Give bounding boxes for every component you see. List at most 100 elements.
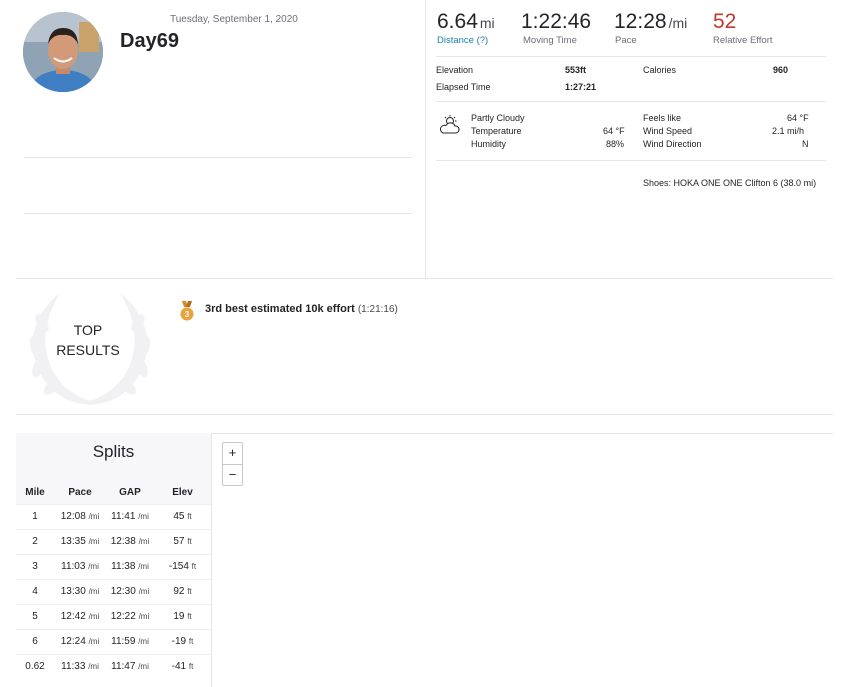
split-elev-value: -19 bbox=[171, 636, 187, 647]
split-pace: 12:08 /mi bbox=[54, 503, 106, 529]
top-results-line1: TOP bbox=[73, 322, 103, 338]
split-elev: 57 ft bbox=[154, 528, 211, 554]
split-gap: 12:30 /mi bbox=[106, 578, 154, 604]
split-elev-unit: ft bbox=[188, 637, 194, 646]
moving-time-value: 1:22:46 bbox=[521, 10, 592, 33]
split-row[interactable]: 2 13:35 /mi 12:38 /mi 57 ft bbox=[16, 528, 211, 554]
col-elev: Elev bbox=[154, 482, 211, 504]
split-row[interactable]: 5 12:42 /mi 12:22 /mi 19 ft bbox=[16, 603, 211, 629]
divider bbox=[24, 157, 412, 158]
split-pace-value: 13:30 bbox=[60, 586, 86, 597]
divider bbox=[436, 160, 826, 161]
distance-value: 6.64 bbox=[437, 10, 478, 33]
split-pace: 11:03 /mi bbox=[54, 553, 106, 579]
split-gap-value: 11:59 bbox=[111, 636, 136, 647]
activity-title[interactable]: Day69 bbox=[120, 30, 179, 53]
relative-effort-label: Relative Effort bbox=[713, 35, 773, 46]
bronze-medal-icon: 3 bbox=[180, 301, 194, 321]
split-pace-unit: /mi bbox=[88, 537, 100, 546]
column-divider bbox=[425, 0, 426, 278]
split-mile-value: 1 bbox=[32, 511, 38, 522]
partly-cloudy-icon bbox=[439, 115, 460, 134]
split-pace-unit: /mi bbox=[88, 662, 99, 672]
split-gap: 11:38 /mi bbox=[106, 553, 154, 579]
weather-condition: Partly Cloudy bbox=[471, 113, 525, 123]
split-gap-unit: /mi bbox=[138, 512, 149, 521]
elapsed-time-label: Elapsed Time bbox=[436, 82, 491, 92]
col-gap: GAP bbox=[106, 482, 154, 504]
split-gap: 11:59 /mi bbox=[106, 628, 154, 654]
split-gap: 12:38 /mi bbox=[106, 528, 154, 554]
split-row[interactable]: 0.62 11:33 /mi 11:47 /mi -41 ft bbox=[16, 653, 211, 679]
athlete-avatar[interactable] bbox=[23, 12, 103, 92]
split-mile-value: 5 bbox=[32, 611, 38, 622]
relative-effort-value: 52 bbox=[713, 10, 737, 33]
stat-relative-effort[interactable]: 52 Relative Effort bbox=[713, 10, 773, 46]
split-mile-value: 3 bbox=[32, 561, 38, 572]
distance-help-link[interactable]: Distance (?) bbox=[437, 35, 495, 46]
split-elev-value: 45 bbox=[173, 511, 185, 522]
split-row[interactable]: 6 12:24 /mi 11:59 /mi -19 ft bbox=[16, 628, 211, 654]
achievement-item[interactable]: 3rd best estimated 10k effort (1:21:16) bbox=[205, 303, 398, 315]
split-pace: 11:33 /mi bbox=[54, 653, 106, 679]
divider bbox=[436, 101, 826, 102]
split-gap-unit: /mi bbox=[138, 587, 150, 596]
split-elev: 92 ft bbox=[154, 578, 211, 604]
split-mile: 2 bbox=[16, 528, 54, 554]
feels-like-label: Feels like bbox=[643, 113, 682, 123]
split-gap: 11:41 /mi bbox=[106, 503, 154, 529]
split-mile: 1 bbox=[16, 503, 54, 529]
medal-rank: 3 bbox=[185, 310, 190, 319]
split-gap-value: 11:41 bbox=[111, 511, 136, 522]
split-row[interactable]: 1 12:08 /mi 11:41 /mi 45 ft bbox=[16, 503, 211, 529]
split-pace-value: 12:08 bbox=[60, 511, 86, 522]
splits-panel: Splits Mile Pace GAP Elev 1 12:08 /mi 11:4… bbox=[16, 433, 211, 687]
split-elev-value: 19 bbox=[173, 611, 185, 622]
split-elev: -19 ft bbox=[154, 628, 211, 654]
split-pace: 13:30 /mi bbox=[54, 578, 106, 604]
split-pace-unit: /mi bbox=[88, 587, 100, 596]
split-row[interactable]: 3 11:03 /mi 11:38 /mi -154 ft bbox=[16, 553, 211, 579]
col-mile: Mile bbox=[16, 482, 54, 504]
split-elev-value: 92 bbox=[173, 586, 185, 597]
split-gap-value: 12:30 bbox=[110, 586, 136, 597]
pace-value: 12:28 bbox=[614, 10, 667, 33]
divider bbox=[436, 56, 826, 57]
split-elev: 19 ft bbox=[154, 603, 211, 629]
avatar-photo bbox=[23, 12, 103, 92]
split-pace-value: 13:35 bbox=[60, 536, 86, 547]
split-mile-value: 6 bbox=[32, 636, 38, 647]
split-gap-value: 11:47 bbox=[111, 661, 136, 673]
split-gap-unit: /mi bbox=[138, 612, 150, 621]
split-gap-value: 12:22 bbox=[110, 611, 136, 622]
wind-direction-value: N bbox=[802, 139, 809, 149]
split-elev-unit: ft bbox=[191, 562, 197, 571]
stat-distance: 6.64 mi Distance (?) bbox=[437, 10, 495, 46]
split-pace: 12:24 /mi bbox=[54, 628, 106, 654]
split-mile: 0.62 bbox=[16, 653, 54, 679]
split-pace: 13:35 /mi bbox=[54, 528, 106, 554]
split-gap-unit: /mi bbox=[138, 637, 149, 646]
split-elev-value: -154 bbox=[168, 561, 189, 572]
wind-speed-label: Wind Speed bbox=[643, 126, 693, 136]
split-gap-value: 12:38 bbox=[110, 536, 136, 547]
split-mile: 3 bbox=[16, 553, 54, 579]
route-map[interactable] bbox=[211, 433, 833, 687]
split-row[interactable]: 4 13:30 /mi 12:30 /mi 92 ft bbox=[16, 578, 211, 604]
splits-header-row: Mile Pace GAP Elev bbox=[16, 482, 211, 504]
split-pace-unit: /mi bbox=[88, 562, 99, 571]
splits-table: Mile Pace GAP Elev 1 12:08 /mi 11:41 /mi 45… bbox=[16, 482, 211, 679]
zoom-out-button[interactable]: − bbox=[223, 464, 242, 485]
zoom-in-button[interactable]: + bbox=[223, 443, 242, 464]
split-pace-unit: /mi bbox=[88, 512, 100, 521]
map-zoom-control: + − bbox=[222, 442, 243, 486]
shoes-info[interactable]: Shoes: HOKA ONE ONE Clifton 6 (38.0 mi) bbox=[643, 178, 816, 188]
split-elev-value: -41 bbox=[171, 661, 187, 673]
split-pace-value: 12:24 bbox=[60, 636, 86, 647]
calories-label: Calories bbox=[643, 65, 677, 75]
col-pace: Pace bbox=[54, 482, 106, 504]
divider bbox=[24, 213, 412, 214]
humidity-label: Humidity bbox=[471, 139, 507, 149]
split-mile-value: 4 bbox=[32, 586, 38, 597]
split-elev: 45 ft bbox=[154, 503, 211, 529]
